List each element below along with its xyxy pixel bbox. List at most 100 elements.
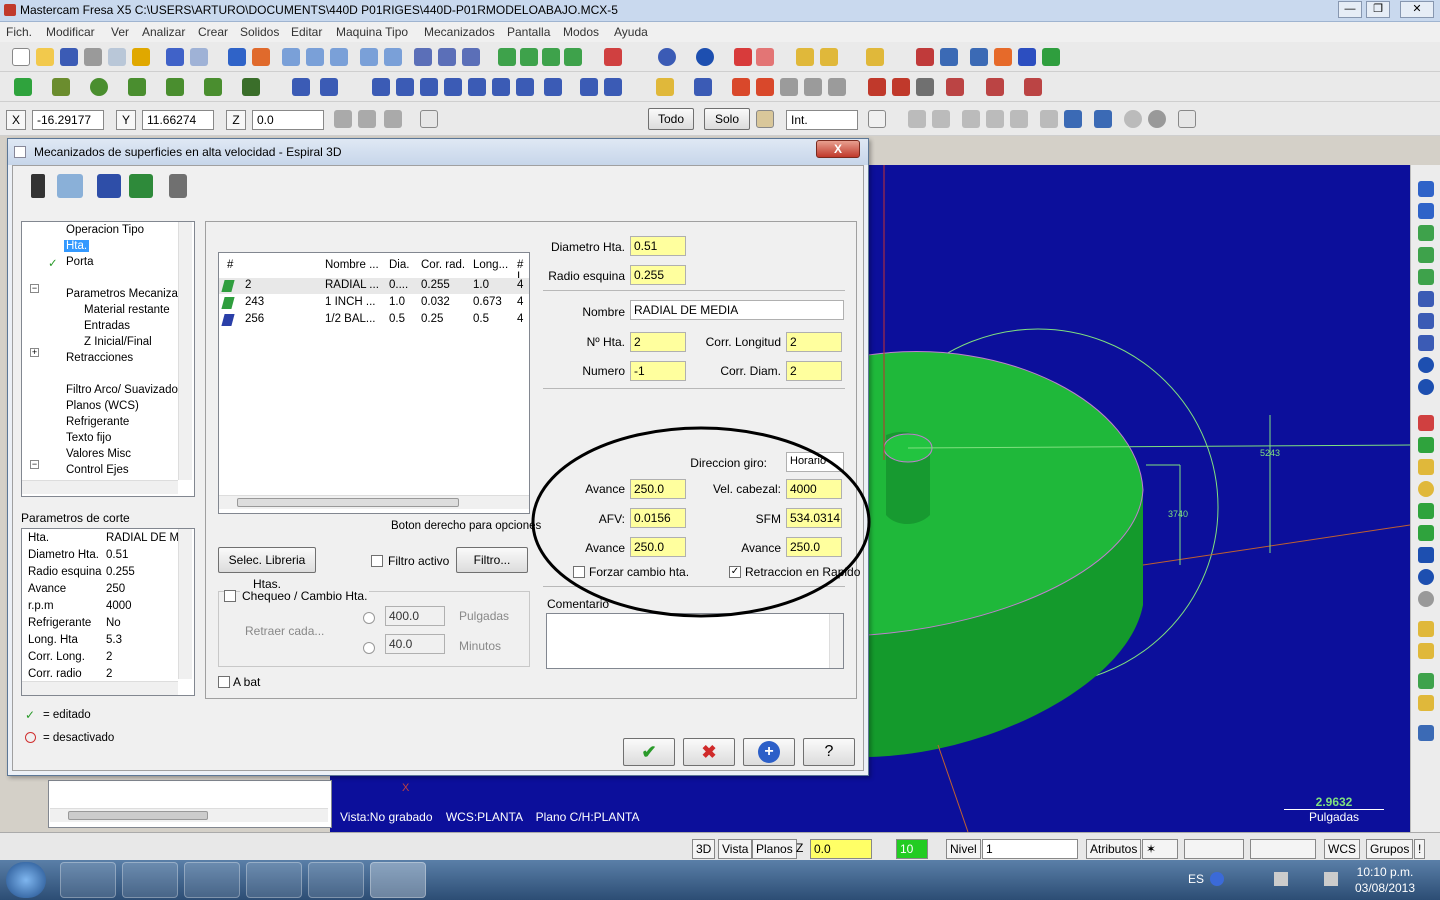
- tree-texto-fijo[interactable]: Texto fijo: [66, 432, 111, 444]
- undo-icon[interactable]: [166, 48, 184, 66]
- brush-icon[interactable]: [132, 48, 150, 66]
- apply-button[interactable]: +: [743, 738, 795, 766]
- params-vertical-scrollbar[interactable]: [178, 529, 192, 679]
- tree-control-ejes[interactable]: Control Ejes: [66, 464, 129, 476]
- z-depth-input[interactable]: 0.0: [810, 839, 872, 859]
- table-scroll-thumb[interactable]: [237, 498, 459, 507]
- arc-icon[interactable]: [90, 78, 108, 96]
- fillet-icon[interactable]: [128, 78, 146, 96]
- menu-ver[interactable]: Ver: [111, 25, 129, 39]
- preview-icon[interactable]: [108, 48, 126, 66]
- language-indicator[interactable]: ES: [1188, 872, 1204, 886]
- cursor-icon[interactable]: [868, 110, 886, 128]
- rs-arc-icon[interactable]: [1418, 481, 1434, 497]
- menu-analizar[interactable]: Analizar: [142, 25, 185, 39]
- check-change-checkbox[interactable]: [224, 590, 236, 602]
- graphics-viewport[interactable]: 5243 3740 2.9632 Pulgadas: [868, 165, 1410, 832]
- rs-list-icon[interactable]: [1418, 313, 1434, 329]
- backplot-icon[interactable]: [970, 48, 988, 66]
- y-coordinate-label[interactable]: Y: [116, 110, 136, 130]
- selection-mode-select[interactable]: Int.: [786, 110, 858, 130]
- diameter-offset-input[interactable]: 2: [786, 361, 842, 381]
- rs-disable-icon[interactable]: [1418, 591, 1434, 607]
- xform5-icon[interactable]: [468, 78, 486, 96]
- tree-horizontal-scrollbar[interactable]: [22, 480, 178, 494]
- break-icon[interactable]: [320, 78, 338, 96]
- tree-valores-misc[interactable]: Valores Misc: [66, 448, 131, 460]
- rs-level-icon[interactable]: [1418, 673, 1434, 689]
- 3d-button[interactable]: 3D: [692, 839, 716, 859]
- tree-vertical-scrollbar[interactable]: [178, 222, 192, 480]
- xform4-icon[interactable]: [444, 78, 462, 96]
- rs-point-icon[interactable]: [1418, 437, 1434, 453]
- menu-solidos[interactable]: Solidos: [240, 25, 279, 39]
- xform2-icon[interactable]: [396, 78, 414, 96]
- clock-time[interactable]: 10:10 p.m.: [1352, 865, 1418, 879]
- chrome-icon[interactable]: [246, 862, 302, 898]
- alert-button[interactable]: !: [1414, 839, 1426, 859]
- measure-icon[interactable]: [780, 78, 798, 96]
- table-icon[interactable]: [756, 78, 774, 96]
- tree-planos[interactable]: Planos (WCS): [66, 400, 139, 412]
- xform9-icon[interactable]: [580, 78, 598, 96]
- open-file-icon[interactable]: [36, 48, 54, 66]
- tool-icon[interactable]: [866, 48, 884, 66]
- iso-view-icon[interactable]: [564, 48, 582, 66]
- view3-icon[interactable]: [462, 48, 480, 66]
- table-horizontal-scrollbar[interactable]: [219, 495, 529, 509]
- number-input[interactable]: -1: [630, 361, 686, 381]
- rs-dim-icon[interactable]: [1418, 725, 1434, 741]
- x-coordinate-label[interactable]: X: [6, 110, 26, 130]
- analyze-icon[interactable]: [940, 48, 958, 66]
- disable-icon[interactable]: [1124, 110, 1142, 128]
- point-style-select[interactable]: ✶: [1142, 839, 1178, 859]
- tree-hta[interactable]: Hta.: [64, 240, 90, 252]
- wcs-button[interactable]: WCS: [1324, 839, 1360, 859]
- verify-icon[interactable]: [994, 48, 1012, 66]
- xform10-icon[interactable]: [604, 78, 622, 96]
- attr-icon[interactable]: [986, 78, 1004, 96]
- cancel-button[interactable]: ✖: [683, 738, 735, 766]
- params-horizontal-scrollbar[interactable]: [22, 681, 178, 695]
- repaint-icon[interactable]: [252, 48, 270, 66]
- name-input[interactable]: RADIAL DE MEDIA: [630, 300, 844, 320]
- length-offset-input[interactable]: 2: [786, 332, 842, 352]
- tree-porta[interactable]: Porta: [66, 256, 94, 268]
- rs-world-icon[interactable]: [1418, 569, 1434, 585]
- menu-modificar[interactable]: Modificar: [46, 25, 95, 39]
- bottle-icon[interactable]: [1024, 78, 1042, 96]
- help-coords-icon[interactable]: [420, 110, 438, 128]
- clock-date[interactable]: 03/08/2013: [1352, 881, 1418, 895]
- minutes-radio[interactable]: [363, 642, 375, 654]
- edge-icon[interactable]: [1010, 110, 1028, 128]
- face-icon[interactable]: [962, 110, 980, 128]
- shade-icon[interactable]: [734, 48, 752, 66]
- filter-button[interactable]: Filtro...: [456, 547, 528, 573]
- post-icon[interactable]: [1042, 48, 1060, 66]
- inches-radio[interactable]: [363, 612, 375, 624]
- select-tool-icon[interactable]: [756, 110, 774, 128]
- rs-spline-icon[interactable]: [1418, 503, 1434, 519]
- rs-chamfer-icon[interactable]: [1418, 525, 1434, 541]
- comment-textarea[interactable]: [546, 613, 844, 669]
- tree-filtro-arco[interactable]: Filtro Arco/ Suavizado: [66, 384, 178, 396]
- chain-icon[interactable]: [908, 110, 926, 128]
- menu-crear[interactable]: Crear: [198, 25, 228, 39]
- cube-icon[interactable]: [604, 48, 622, 66]
- back-face-icon[interactable]: [1040, 110, 1058, 128]
- minimize-button[interactable]: —: [1338, 1, 1362, 18]
- xform7-icon[interactable]: [516, 78, 534, 96]
- spline-icon[interactable]: [204, 78, 222, 96]
- pan-icon[interactable]: [228, 48, 246, 66]
- rs-attr-icon[interactable]: [1418, 643, 1434, 659]
- calculator-icon[interactable]: [169, 174, 187, 198]
- filter-active-checkbox[interactable]: [371, 555, 383, 567]
- ok-button[interactable]: ✔: [623, 738, 675, 766]
- level-icon[interactable]: [946, 78, 964, 96]
- grid-icon[interactable]: [732, 78, 750, 96]
- dialog-close-button[interactable]: X: [816, 140, 860, 158]
- volume-icon[interactable]: [1324, 872, 1338, 886]
- col-number[interactable]: #: [227, 259, 233, 271]
- menu-editar[interactable]: Editar: [291, 25, 322, 39]
- circle-icon[interactable]: [1148, 110, 1166, 128]
